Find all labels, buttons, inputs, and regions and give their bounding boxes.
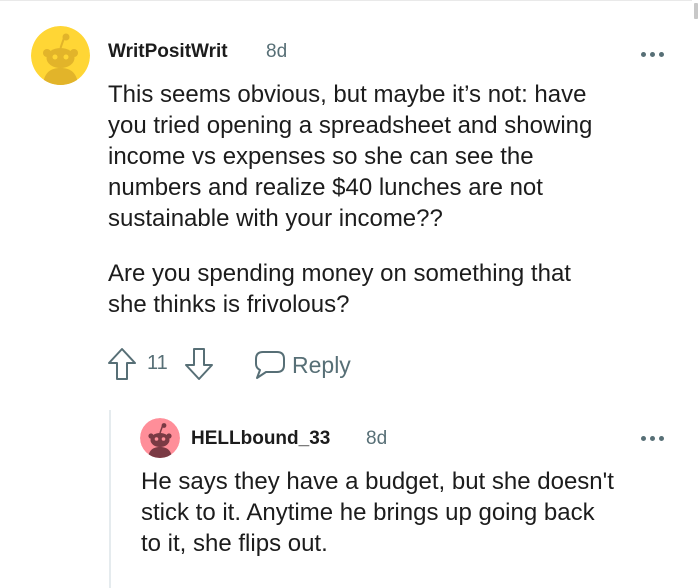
vote-score: 11 bbox=[147, 352, 168, 374]
comment-body-line: you tried opening a spreadsheet and show… bbox=[108, 112, 593, 139]
snoo-avatar-icon bbox=[31, 26, 90, 85]
comment-body-paragraph-2: Are you spending money on something that… bbox=[108, 258, 571, 320]
comment-body-line: sustainable with your income?? bbox=[108, 205, 443, 232]
reply-more-options-button[interactable] bbox=[641, 435, 667, 443]
scrollbar-thumb[interactable] bbox=[694, 3, 698, 19]
more-options-button[interactable] bbox=[641, 51, 667, 59]
scrollbar[interactable] bbox=[692, 0, 700, 588]
comment-timestamp[interactable]: 8d bbox=[266, 41, 287, 63]
downvote-arrow-icon bbox=[185, 348, 213, 380]
reply-username[interactable]: HELLbound_33 bbox=[191, 428, 330, 450]
reply-body-line: He says they have a budget, but she does… bbox=[141, 468, 614, 495]
reply-body: He says they have a budget, but she does… bbox=[141, 466, 614, 559]
avatar[interactable] bbox=[31, 26, 90, 85]
comment-body: This seems obvious, but maybe it’s not: … bbox=[108, 79, 592, 234]
comment-body-line: income vs expenses so she can see the bbox=[108, 143, 534, 170]
reply-body-line: to it, she flips out. bbox=[141, 530, 328, 557]
reply-avatar[interactable] bbox=[140, 418, 180, 458]
more-options-icon bbox=[641, 52, 646, 57]
comment-body-line: Are you spending money on something that bbox=[108, 260, 571, 287]
comment-body-line: numbers and realize $40 lunches are not bbox=[108, 174, 543, 201]
reply-label: Reply bbox=[292, 352, 351, 378]
speech-bubble-icon bbox=[255, 351, 285, 379]
comment-body-line: she thinks is frivolous? bbox=[108, 291, 350, 318]
more-options-icon bbox=[641, 436, 646, 441]
upvote-arrow-icon bbox=[108, 348, 136, 380]
downvote-button[interactable] bbox=[184, 347, 214, 381]
upvote-button[interactable] bbox=[107, 347, 137, 381]
reply-timestamp[interactable]: 8d bbox=[366, 428, 387, 450]
comment-username[interactable]: WritPositWrit bbox=[108, 41, 228, 63]
thread-line[interactable] bbox=[109, 410, 111, 588]
comment-body-line: This seems obvious, but maybe it’s not: … bbox=[108, 81, 587, 108]
snoo-avatar-icon bbox=[140, 418, 180, 458]
top-divider bbox=[0, 0, 692, 1]
reply-body-line: stick to it. Anytime he brings up going … bbox=[141, 499, 595, 526]
